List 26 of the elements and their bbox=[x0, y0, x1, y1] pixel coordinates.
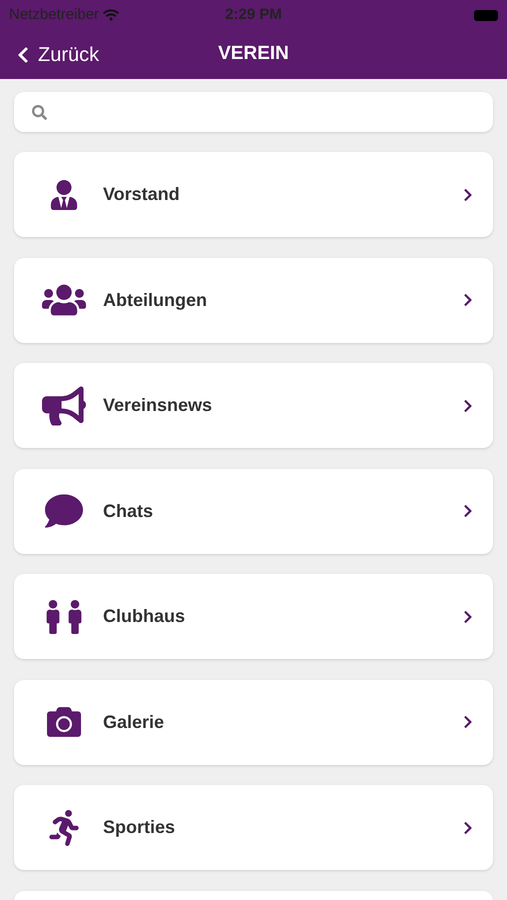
menu-item-label: Vorstand bbox=[103, 183, 180, 206]
speech-bubble-icon bbox=[45, 492, 83, 530]
menu-item[interactable]: Clubhaus bbox=[14, 574, 493, 659]
menu-item[interactable]: Chats bbox=[14, 468, 493, 554]
search-field[interactable] bbox=[14, 92, 493, 132]
clock: 2:29 PM bbox=[225, 4, 282, 25]
menu-item-label: Sporties bbox=[103, 816, 176, 839]
menu-item[interactable]: Sporties bbox=[14, 785, 493, 870]
back-button[interactable]: Zurück bbox=[14, 40, 100, 70]
menu-item-label: Vereinsnews bbox=[103, 394, 212, 417]
menu-item[interactable]: Vorstand bbox=[14, 152, 493, 237]
carrier-name: Netzbetreiber bbox=[9, 4, 100, 25]
megaphone-icon bbox=[42, 384, 86, 428]
search-icon bbox=[32, 104, 47, 120]
wifi-icon bbox=[103, 7, 120, 23]
camera-icon bbox=[47, 705, 81, 739]
menu-item[interactable]: Abteilungen bbox=[14, 258, 493, 342]
battery-icon bbox=[474, 10, 498, 20]
menu-item[interactable]: Galerie bbox=[14, 680, 493, 764]
person-in-suit-icon bbox=[49, 180, 79, 210]
menu-item-label: Chats bbox=[103, 500, 154, 522]
menu-item[interactable]: Vereinsnews bbox=[14, 363, 493, 448]
menu-item-label: Abteilungen bbox=[103, 288, 207, 312]
page-title: VEREIN bbox=[218, 42, 289, 66]
menu-item-label: Galerie bbox=[103, 710, 164, 734]
menu-item-label: Clubhaus bbox=[103, 605, 186, 628]
